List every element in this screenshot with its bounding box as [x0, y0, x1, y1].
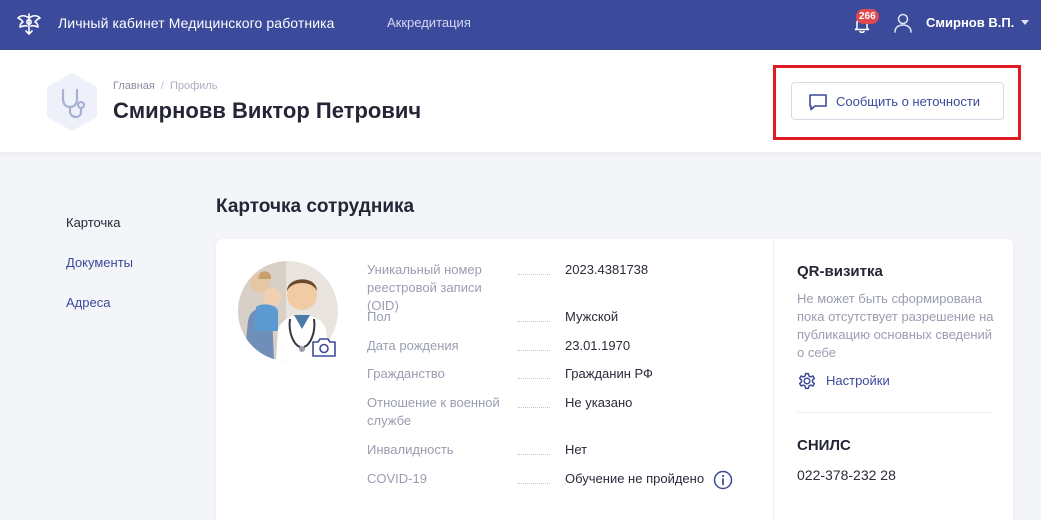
field-label-disability: Инвалидность — [367, 441, 517, 459]
field-value-citizenship: Гражданин РФ — [565, 366, 653, 381]
side-menu-card[interactable]: Карточка — [66, 215, 120, 230]
field-label-oid: Уникальный номер реестровой записи (OID) — [367, 261, 517, 315]
app-title[interactable]: Личный кабинет Медицинского работника — [58, 15, 335, 31]
dotted-leader — [518, 407, 550, 408]
dotted-leader — [518, 350, 550, 351]
snils-value: 022-378-232 28 — [797, 467, 896, 483]
field-label-line: службе — [367, 413, 412, 428]
profile-header: Главная / Профиль Смирновв Виктор Петрович… — [0, 50, 1041, 152]
section-title: Карточка сотрудника — [216, 196, 415, 217]
dotted-leader — [518, 483, 550, 484]
side-menu-documents[interactable]: Документы — [66, 255, 133, 270]
qr-card-description: Не может быть сформирована пока отсутств… — [797, 291, 994, 360]
snils-title: СНИЛС — [797, 437, 851, 454]
field-label-line: Инвалидность — [367, 442, 454, 457]
field-label-line: Пол — [367, 309, 391, 324]
field-label-birthdate: Дата рождения — [367, 337, 517, 355]
field-label-line: COVID-19 — [367, 471, 427, 486]
gear-icon — [798, 372, 816, 390]
field-value-military: Не указано — [565, 395, 633, 410]
user-icon[interactable] — [893, 12, 913, 34]
field-label-citizenship: Гражданство — [367, 365, 517, 383]
field-label-line: Гражданство — [367, 366, 445, 381]
dotted-leader — [518, 454, 550, 455]
breadcrumb: Главная / Профиль — [113, 80, 217, 92]
top-bar: Личный кабинет Медицинского работника Ак… — [0, 0, 1041, 50]
side-menu-addresses[interactable]: Адреса — [66, 295, 110, 310]
nav-accreditation[interactable]: Аккредитация — [387, 15, 471, 30]
card-divider — [773, 239, 774, 520]
page-title: Смирновв Виктор Петрович — [113, 98, 422, 123]
field-value-disability: Нет — [565, 442, 588, 457]
breadcrumb-separator: / — [160, 80, 164, 92]
field-label-covid: COVID-19 — [367, 470, 517, 488]
emblem-eagle-icon[interactable] — [14, 9, 44, 39]
field-value-covid: Обучение не пройдено — [565, 471, 705, 486]
qr-snils-divider — [797, 412, 992, 413]
field-value-gender: Мужской — [565, 309, 619, 324]
employee-card: Уникальный номер реестровой записи (OID)… — [216, 239, 1013, 520]
chevron-down-icon[interactable] — [1021, 20, 1029, 25]
qr-card-title: QR-визитка — [797, 263, 883, 280]
stethoscope-icon — [47, 73, 97, 131]
dotted-leader — [518, 274, 550, 275]
camera-icon[interactable] — [310, 335, 338, 359]
settings-label: Настройки — [826, 373, 890, 388]
breadcrumb-current: Профиль — [169, 80, 218, 92]
highlight-frame — [773, 65, 1021, 140]
info-icon[interactable] — [713, 470, 733, 490]
field-value-oid: 2023.4381738 — [565, 262, 649, 277]
breadcrumb-home[interactable]: Главная — [113, 80, 155, 92]
field-label-line: Дата рождения — [367, 338, 459, 353]
field-label-line: Отношение к военной — [367, 395, 500, 410]
dotted-leader — [518, 321, 550, 322]
notification-badge[interactable]: 266 — [856, 9, 879, 24]
field-label-line: Уникальный номер — [367, 262, 482, 277]
field-value-birthdate: 23.01.1970 — [565, 338, 631, 353]
user-name[interactable]: Смирнов В.П. — [926, 15, 1014, 30]
dotted-leader — [518, 378, 550, 379]
field-label-military: Отношение к военной службе — [367, 394, 517, 430]
field-label-gender: Пол — [367, 308, 517, 326]
